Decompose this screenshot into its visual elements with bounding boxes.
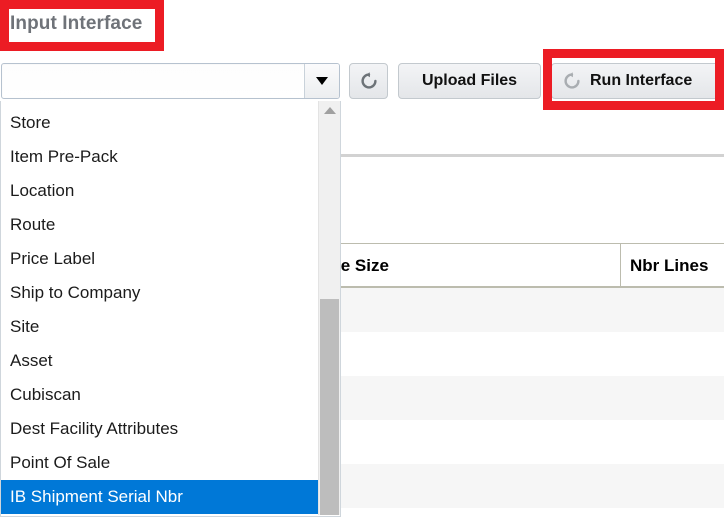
dropdown-item-point-of-sale[interactable]: Point Of Sale: [1, 446, 319, 480]
combobox-toggle-button[interactable]: [304, 64, 339, 98]
dropdown-item-price-label[interactable]: Price Label: [1, 242, 319, 276]
chevron-down-icon: [316, 77, 328, 85]
page-title: Input Interface: [10, 13, 143, 34]
dropdown-scrollbar[interactable]: [318, 101, 340, 515]
run-interface-button[interactable]: Run Interface: [551, 63, 724, 99]
upload-files-label: Upload Files: [421, 72, 518, 89]
refresh-icon: [359, 71, 379, 91]
dropdown-item-asset[interactable]: Asset: [1, 344, 319, 378]
table-row[interactable]: [332, 376, 724, 420]
table-row[interactable]: [332, 332, 724, 376]
interface-files-table: le Size Nbr Lines: [332, 157, 724, 517]
column-header-nbr-lines[interactable]: Nbr Lines: [620, 244, 724, 287]
toolbar: Upload Files Run Interface: [0, 56, 724, 104]
toolbar-divider: [332, 154, 724, 157]
dropdown-item-store[interactable]: Store: [1, 106, 319, 140]
interface-dropdown-popup: Store Item Pre-Pack Location Route Price…: [0, 101, 341, 517]
table-row[interactable]: [332, 288, 724, 332]
table-body: [332, 288, 724, 517]
refresh-button[interactable]: [349, 63, 388, 99]
run-interface-label: Run Interface: [590, 72, 693, 89]
upload-files-button[interactable]: Upload Files: [398, 63, 541, 99]
table-row[interactable]: [332, 420, 724, 464]
dropdown-item-ib-shipment-serial-nbr[interactable]: IB Shipment Serial Nbr: [1, 480, 319, 514]
scroll-up-arrow-icon: [323, 106, 336, 114]
dropdown-item-site[interactable]: Site: [1, 310, 319, 344]
dropdown-item-cubiscan[interactable]: Cubiscan: [1, 378, 319, 412]
interface-combobox[interactable]: [1, 63, 340, 99]
interface-search-input[interactable]: [3, 65, 303, 97]
dropdown-item-item-pre-pack[interactable]: Item Pre-Pack: [1, 140, 319, 174]
dropdown-item-dest-facility-attributes[interactable]: Dest Facility Attributes: [1, 412, 319, 446]
column-header-file-size[interactable]: le Size: [332, 244, 619, 287]
table-header-row: le Size Nbr Lines: [332, 243, 724, 288]
refresh-icon: [562, 71, 582, 91]
dropdown-item-location[interactable]: Location: [1, 174, 319, 208]
table-row[interactable]: [332, 508, 724, 517]
dropdown-item-ship-to-company[interactable]: Ship to Company: [1, 276, 319, 310]
scrollbar-thumb[interactable]: [320, 299, 339, 515]
scroll-up-button[interactable]: [319, 101, 340, 119]
table-row[interactable]: [332, 464, 724, 508]
app-screen: le Size Nbr Lines Input Interface Upload…: [0, 0, 724, 517]
dropdown-option-list: Store Item Pre-Pack Location Route Price…: [1, 101, 319, 515]
dropdown-item-route[interactable]: Route: [1, 208, 319, 242]
